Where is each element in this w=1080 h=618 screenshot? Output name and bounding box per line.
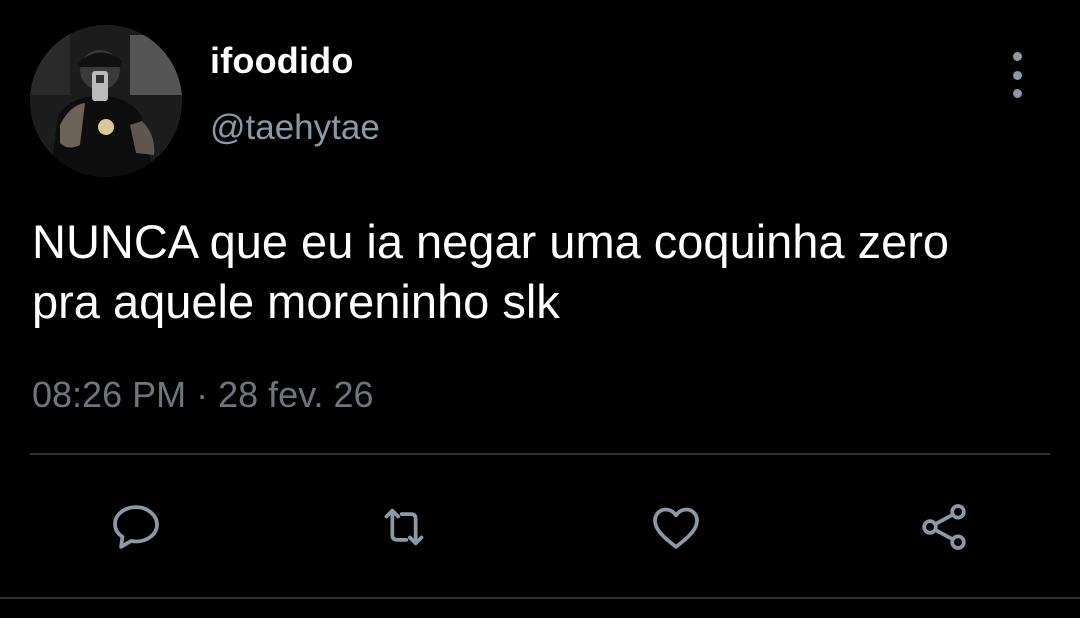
more-options-icon-dot: [1012, 89, 1022, 98]
tweet-time: 08:26 PM: [32, 374, 187, 415]
avatar-photo: [30, 25, 182, 177]
retweet-button[interactable]: [372, 495, 436, 559]
tweet-text: NUNCA que eu ia negar uma coquinha zero …: [32, 215, 950, 328]
avatar[interactable]: [30, 25, 182, 177]
action-bar: [0, 495, 1080, 559]
meta-separator: ·: [196, 374, 209, 415]
author-handle[interactable]: @taehytae: [210, 108, 380, 148]
more-options-button[interactable]: [1000, 52, 1034, 98]
divider: [30, 453, 1050, 455]
retweet-arrows-icon: [384, 508, 424, 546]
share-nodes-icon: [922, 504, 966, 550]
divider: [0, 597, 1080, 599]
more-options-icon-dot: [1012, 70, 1022, 80]
share-button[interactable]: [912, 495, 976, 559]
tweet-date: 28 fev. 26: [218, 374, 374, 415]
author-display-name[interactable]: ifoodido: [210, 40, 354, 82]
tweet-card: ifoodido @taehytae NUNCA que eu ia negar…: [0, 0, 1080, 618]
reply-button[interactable]: [104, 495, 168, 559]
heart-icon: [653, 507, 699, 549]
more-options-icon: [1012, 52, 1022, 61]
tweet-timestamp[interactable]: 08:26 PM · 28 fev. 26: [32, 374, 374, 416]
speech-bubble-icon: [113, 505, 159, 549]
like-button[interactable]: [644, 495, 708, 559]
